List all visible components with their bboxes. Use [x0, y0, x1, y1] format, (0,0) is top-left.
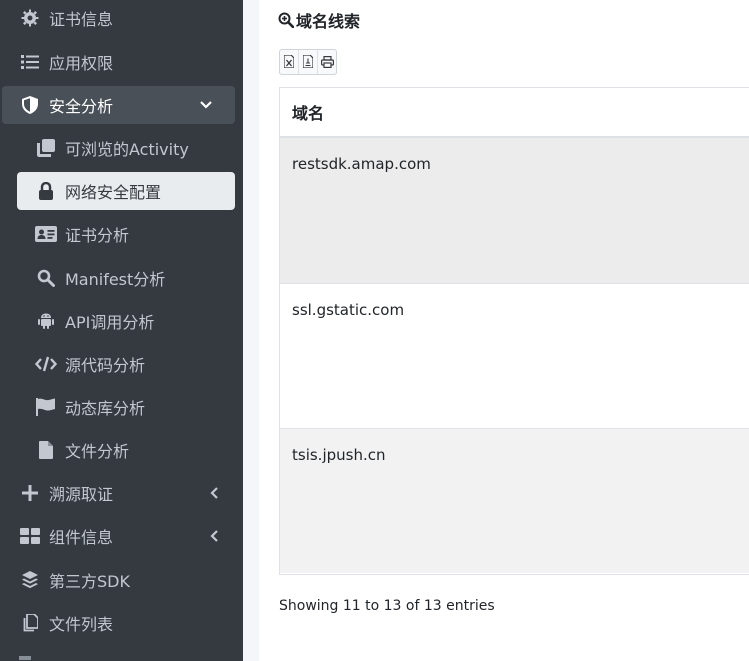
column-header-domain[interactable]: 域名: [292, 100, 324, 124]
sidebar-item-label: 溯源取证: [49, 485, 114, 504]
chevron-left-icon: [207, 529, 221, 543]
sidebar-item-label: 安全分析: [49, 97, 114, 116]
sidebar-item-cert-info[interactable]: 证书信息: [0, 0, 243, 37]
plus-icon: [19, 482, 41, 504]
sidebar-item-label: 文件列表: [49, 615, 114, 634]
chevron-down-icon: [199, 98, 213, 112]
file-icon: [35, 439, 57, 461]
table-row[interactable]: restsdk.amap.com: [280, 138, 749, 283]
code-icon: [35, 353, 57, 375]
table-header: 域名: [280, 88, 749, 138]
sidebar-item-label: 文件分析: [65, 442, 130, 461]
sidebar-item-third-party-sdk[interactable]: 第三方SDK: [0, 561, 243, 599]
table-cell-domain: restsdk.amap.com: [292, 155, 431, 173]
main-content: 域名线索 域名 restsdk.amap.com ssl.gstatic.com…: [243, 0, 749, 661]
sidebar-item-cert-analysis[interactable]: 证书分析: [0, 215, 243, 253]
sidebar-item-label: 证书信息: [49, 10, 114, 29]
table-info: Showing 11 to 13 of 13 entries: [279, 598, 495, 614]
lock-icon: [35, 180, 57, 202]
card-title: 域名线索: [278, 9, 360, 31]
th-large-icon: [19, 525, 41, 547]
sidebar-item-file-analysis[interactable]: 文件分析: [0, 431, 243, 469]
table-cell-domain: tsis.jpush.cn: [292, 446, 386, 464]
layers-icon: [19, 569, 41, 591]
sidebar-item-traceability-forensics[interactable]: 溯源取证: [0, 474, 243, 512]
sidebar-item-browsable-activity[interactable]: 可浏览的Activity: [0, 129, 243, 167]
search-plus-icon: [278, 12, 294, 28]
sidebar-item-source-code-analysis[interactable]: 源代码分析: [0, 345, 243, 383]
sidebar: 证书信息 应用权限 安全分析 可浏览的Activity 网络安全配置 证书分析: [0, 0, 243, 661]
sidebar-item-label: 网络安全配置: [65, 183, 162, 202]
domain-table: 域名 restsdk.amap.com ssl.gstatic.com tsis…: [279, 87, 749, 575]
pdf-icon: [302, 53, 314, 72]
sidebar-item-label: API调用分析: [65, 313, 155, 332]
sidebar-item-label: 证书分析: [65, 226, 130, 245]
sidebar-item-label: 源代码分析: [65, 356, 146, 375]
export-button-group: [279, 49, 337, 75]
card-title-text: 域名线索: [296, 12, 361, 31]
sidebar-item-security-analysis[interactable]: 安全分析: [2, 86, 235, 124]
sidebar-item-manifest-analysis[interactable]: Manifest分析: [0, 259, 243, 297]
flag-icon: [35, 396, 57, 418]
sidebar-item-component-info[interactable]: 组件信息: [0, 517, 243, 555]
sidebar-item-label: 第三方SDK: [49, 572, 130, 591]
table-row[interactable]: ssl.gstatic.com: [280, 283, 749, 428]
table-cell-domain: ssl.gstatic.com: [292, 301, 405, 319]
chevron-left-icon: [207, 486, 221, 500]
search-icon: [35, 267, 57, 289]
sidebar-item-label: Manifest分析: [65, 270, 166, 289]
clone-icon: [35, 137, 57, 159]
export-excel-button[interactable]: [280, 50, 298, 74]
sidebar-item-label: 动态库分析: [65, 399, 146, 418]
sidebar-item-dynamic-library-analysis[interactable]: 动态库分析: [0, 388, 243, 426]
shield-icon: [19, 94, 41, 116]
sidebar-item-app-permissions[interactable]: 应用权限: [0, 43, 243, 81]
print-button[interactable]: [317, 50, 336, 74]
sidebar-item-label: 可浏览的Activity: [65, 140, 189, 159]
table-row[interactable]: tsis.jpush.cn: [280, 428, 749, 573]
sidebar-item-file-list[interactable]: 文件列表: [0, 604, 243, 642]
sidebar-item-api-call-analysis[interactable]: API调用分析: [0, 302, 243, 340]
export-pdf-button[interactable]: [298, 50, 317, 74]
sidebar-item-network-security-config[interactable]: 网络安全配置: [17, 172, 235, 210]
id-card-icon: [35, 223, 57, 245]
print-icon: [320, 53, 334, 72]
copy-icon: [19, 612, 41, 634]
sidebar-item-label: 应用权限: [49, 54, 114, 73]
android-icon: [35, 310, 57, 332]
domain-card: 域名线索 域名 restsdk.amap.com ssl.gstatic.com…: [259, 0, 749, 661]
gear-icon: [19, 7, 41, 29]
excel-icon: [283, 53, 295, 72]
list-icon: [19, 51, 41, 73]
sidebar-item-label: 组件信息: [49, 528, 114, 547]
sidebar-item-partial: [19, 656, 31, 660]
